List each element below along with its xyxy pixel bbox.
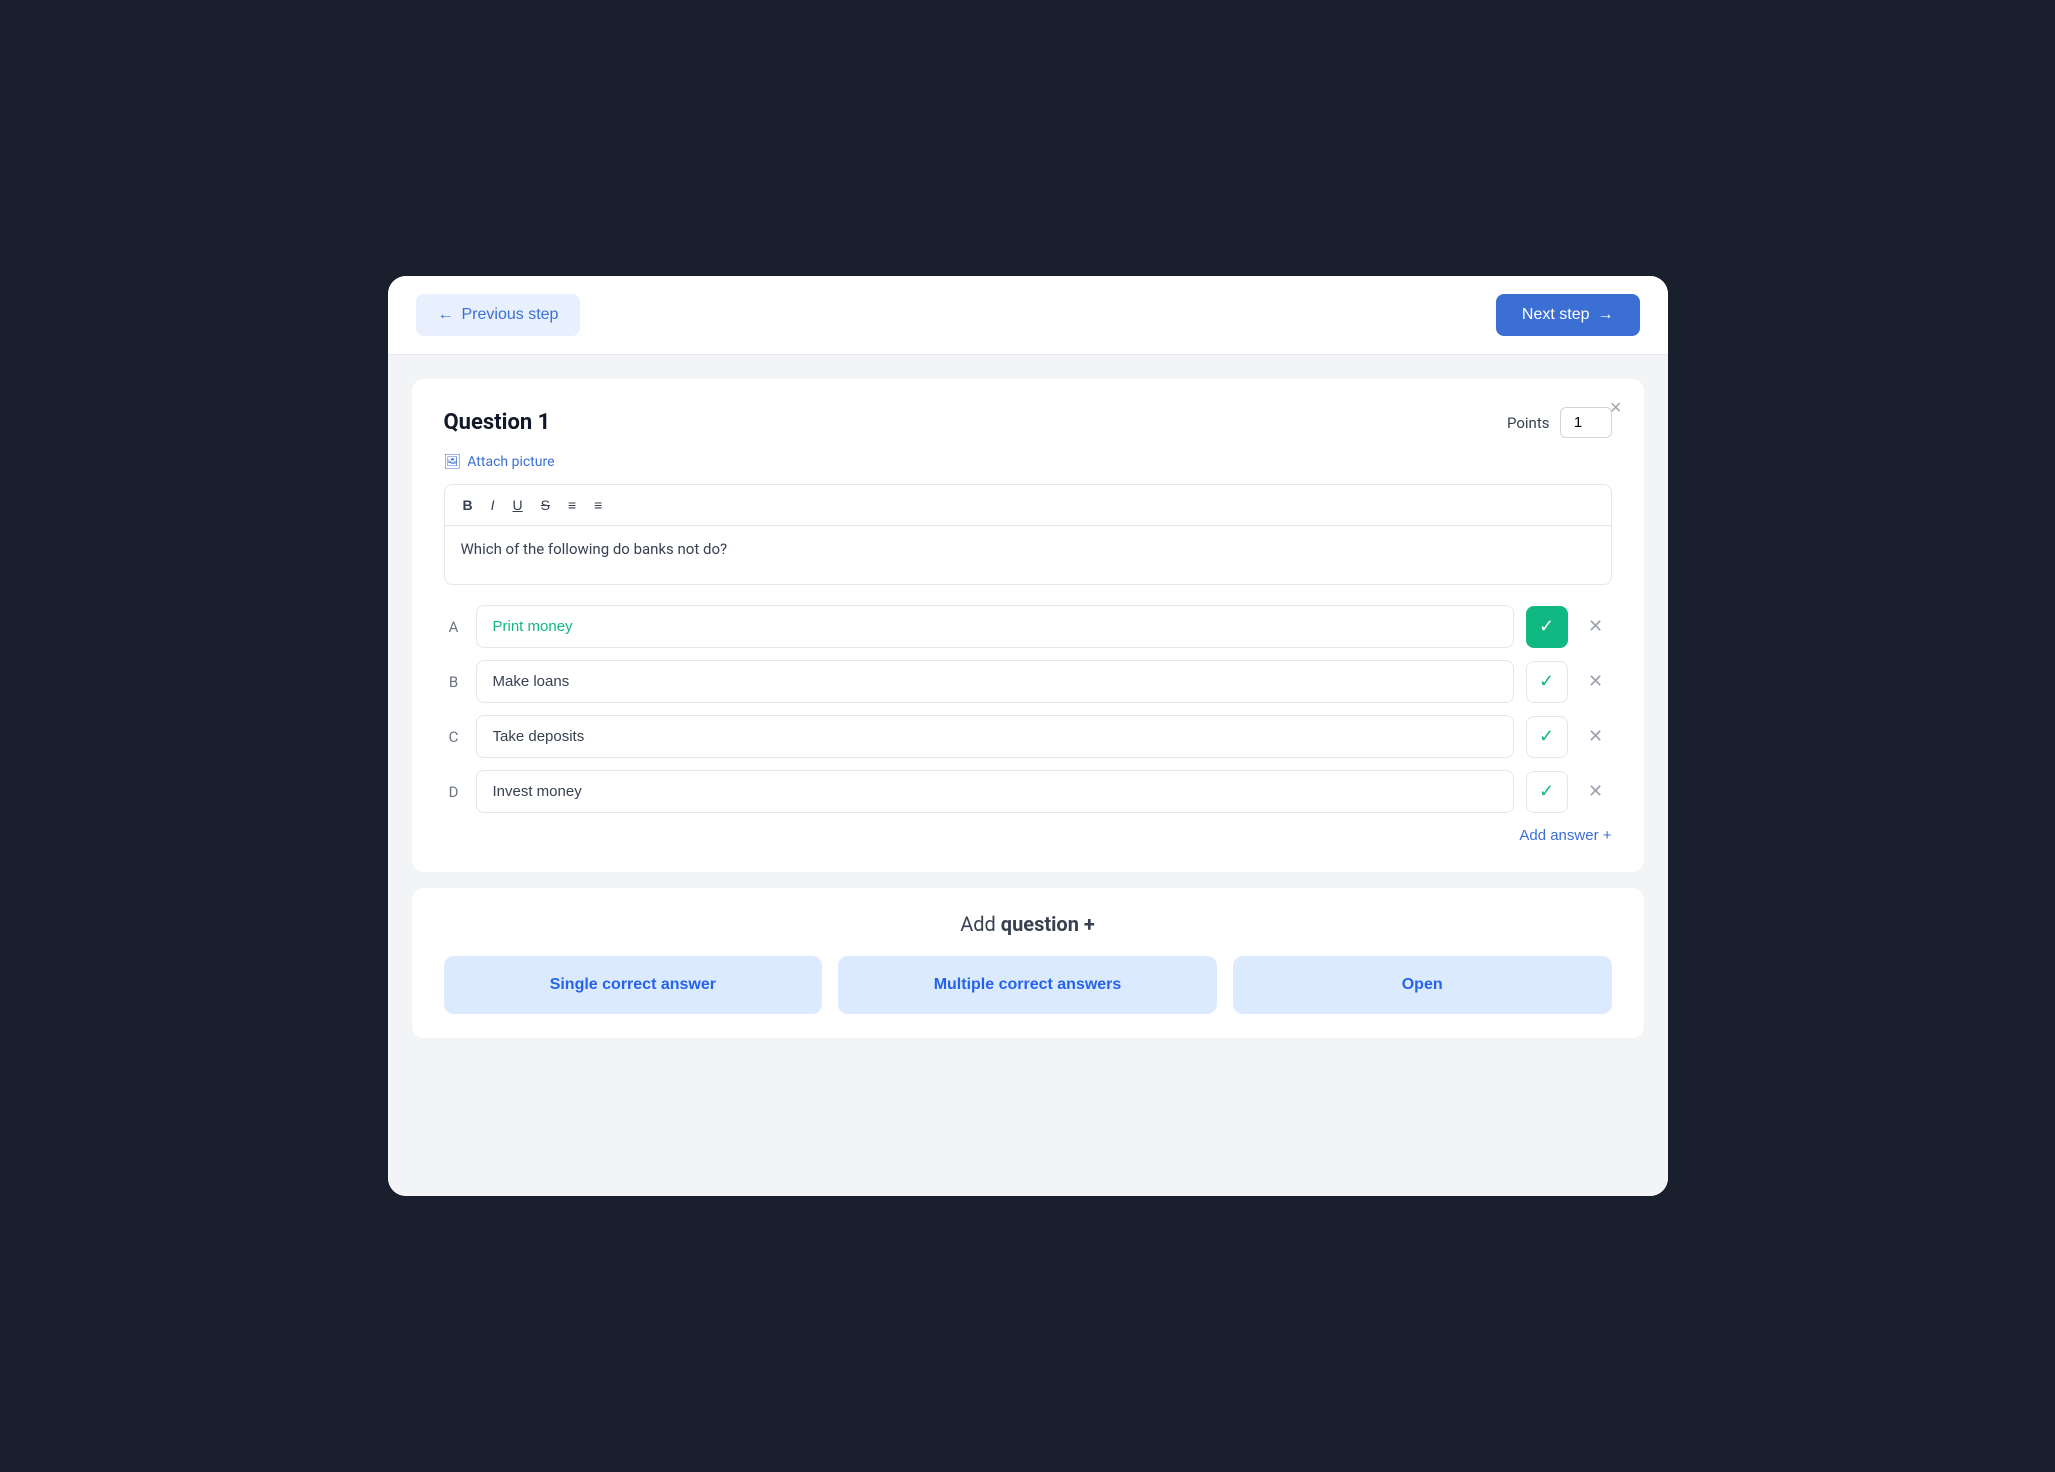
correct-check-a[interactable]: ✓ [1526, 606, 1568, 648]
question-title: Question 1 [444, 410, 551, 435]
answer-input-b[interactable] [476, 660, 1514, 703]
single-correct-answer-button[interactable]: Single correct answer [444, 956, 823, 1014]
previous-step-label: Previous step [462, 306, 559, 324]
bold-button[interactable]: B [457, 493, 479, 517]
answer-input-a[interactable] [476, 605, 1514, 648]
image-icon: 🖼 [444, 454, 462, 470]
main-content: × Question 1 Points 🖼 Attach picture B I… [388, 355, 1668, 1196]
text-toolbar: B I U S ≡ ≡ [444, 484, 1612, 525]
italic-button[interactable]: I [485, 493, 501, 517]
points-label: Points [1507, 414, 1550, 432]
correct-check-b[interactable]: ✓ [1526, 661, 1568, 703]
add-question-card: Add question + Single correct answer Mul… [412, 888, 1644, 1038]
correct-check-c[interactable]: ✓ [1526, 716, 1568, 758]
delete-answer-d[interactable]: ✕ [1580, 776, 1612, 808]
arrow-left-icon: ← [438, 306, 454, 324]
multiple-correct-answers-button[interactable]: Multiple correct answers [838, 956, 1217, 1014]
add-answer-container: Add answer + [444, 825, 1612, 844]
question-header: Question 1 Points [444, 407, 1612, 438]
correct-check-d[interactable]: ✓ [1526, 771, 1568, 813]
answer-row-b: B ✓ ✕ [444, 660, 1612, 703]
points-group: Points [1507, 407, 1612, 438]
add-question-title: Add question + [444, 912, 1612, 936]
add-question-prefix: Add [960, 912, 1001, 936]
strikethrough-button[interactable]: S [535, 493, 556, 517]
answer-input-c[interactable] [476, 715, 1514, 758]
underline-button[interactable]: U [507, 493, 529, 517]
answer-row-c: C ✓ ✕ [444, 715, 1612, 758]
points-input[interactable] [1560, 407, 1612, 438]
delete-answer-b[interactable]: ✕ [1580, 666, 1612, 698]
main-window: ← Previous step Next step → × Question 1… [388, 276, 1668, 1196]
answer-letter-c: C [444, 728, 464, 746]
answer-row-a: A ✓ ✕ [444, 605, 1612, 648]
arrow-right-icon: → [1598, 306, 1614, 324]
ordered-list-button[interactable]: ≡ [562, 493, 582, 517]
question-card: × Question 1 Points 🖼 Attach picture B I… [412, 379, 1644, 872]
attach-picture-button[interactable]: 🖼 Attach picture [444, 454, 1612, 470]
question-text: Which of the following do banks not do? [461, 540, 728, 558]
top-bar: ← Previous step Next step → [388, 276, 1668, 355]
previous-step-button[interactable]: ← Previous step [416, 294, 581, 336]
next-step-button[interactable]: Next step → [1496, 294, 1640, 336]
question-editor[interactable]: Which of the following do banks not do? [444, 525, 1612, 585]
answer-row-d: D ✓ ✕ [444, 770, 1612, 813]
delete-answer-a[interactable]: ✕ [1580, 611, 1612, 643]
question-type-buttons: Single correct answer Multiple correct a… [444, 956, 1612, 1014]
answer-letter-a: A [444, 618, 464, 636]
next-step-label: Next step [1522, 306, 1590, 324]
unordered-list-button[interactable]: ≡ [588, 493, 608, 517]
answer-input-d[interactable] [476, 770, 1514, 813]
open-button[interactable]: Open [1233, 956, 1612, 1014]
attach-picture-label: Attach picture [467, 454, 554, 470]
delete-answer-c[interactable]: ✕ [1580, 721, 1612, 753]
add-answer-button[interactable]: Add answer + [1519, 827, 1611, 844]
close-button[interactable]: × [1610, 397, 1622, 420]
answer-letter-d: D [444, 783, 464, 801]
answer-letter-b: B [444, 673, 464, 691]
add-question-bold: question + [1001, 912, 1095, 936]
